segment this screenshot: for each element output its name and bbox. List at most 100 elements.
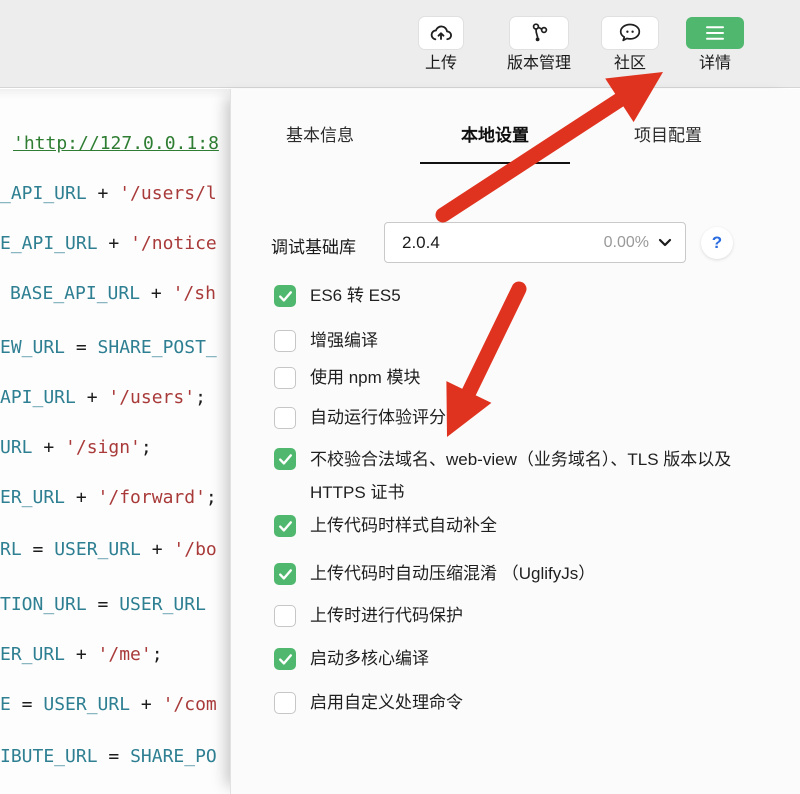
code-token-str: '/notice (130, 233, 217, 254)
upload-cloud-icon (419, 17, 463, 49)
upload-label: 上传 (424, 55, 457, 72)
code-token-var: EW_URL (0, 337, 66, 358)
details-panel: 基本信息 本地设置 项目配置 调试基础库 2.0.4 0.00% ? ES6 转 E… (230, 89, 800, 794)
code-token-str: '/users' (108, 387, 196, 408)
code-token-op: + (75, 387, 109, 408)
community-button[interactable]: 社区 (602, 17, 658, 72)
code-line: ER_URL + '/forward'; (0, 487, 217, 508)
code-line: BASE_API_URL + '/sh (10, 283, 216, 304)
checkbox-label-custom-command: 启用自定义处理命令 (310, 693, 463, 712)
code-line: _API_URL + '/users/l (0, 183, 217, 204)
code-token-op: ; (151, 644, 163, 665)
checkbox-row-custom-command[interactable]: 启用自定义处理命令 (274, 692, 463, 714)
code-token-str: '/bo (173, 539, 217, 560)
checkbox-row-enhanced-compile[interactable]: 增强编译 (274, 330, 378, 352)
code-token-op: + (86, 183, 120, 204)
checkbox-label-skip-domain-check: 不校验合法域名、web-view（业务域名）、TLS 版本以及 HTTPS 证书 (310, 450, 732, 502)
checkbox-row-npm-module[interactable]: 使用 npm 模块 (274, 367, 421, 389)
code-token-var: ER_URL (0, 644, 66, 665)
code-line: E_API_URL + '/notice (0, 233, 217, 254)
base-library-usage: 0.00% (603, 233, 649, 251)
code-line: RL = USER_URL + '/bo (0, 539, 217, 560)
checkbox-enhanced-compile-unchecked[interactable] (274, 330, 296, 352)
code-token-op: + (140, 539, 174, 560)
code-token-op: = (65, 337, 98, 358)
code-token-str: '/me' (97, 644, 152, 665)
code-token-var: USER_URL (119, 594, 206, 615)
checkbox-custom-command-unchecked[interactable] (274, 692, 296, 714)
base-library-version: 2.0.4 (402, 232, 440, 252)
help-button[interactable]: ? (701, 227, 733, 259)
code-token-link: 'http://127.0.0.1:8 (13, 133, 219, 154)
upload-button[interactable]: 上传 (419, 17, 463, 72)
code-token-op: + (130, 694, 163, 715)
code-token-op: = (21, 539, 55, 560)
code-token-var: ER_URL (0, 487, 66, 508)
active-tab-underline (420, 162, 570, 164)
code-token-var: BASE_API_URL (10, 283, 141, 304)
checkbox-code-protect-unchecked[interactable] (274, 605, 296, 627)
tab-project-config[interactable]: 项目配置 (634, 121, 702, 146)
code-token-var: TION_URL (0, 594, 87, 615)
code-token-op: ; (205, 487, 217, 508)
code-token-var: IBUTE_URL (0, 746, 98, 767)
chevron-down-icon (658, 234, 672, 252)
code-line: API_URL + '/users'; (0, 387, 206, 408)
code-token-var: RL (0, 539, 22, 560)
checkbox-label-code-protect: 上传时进行代码保护 (310, 606, 463, 625)
tab-basic-info[interactable]: 基本信息 (286, 121, 354, 146)
code-line: TION_URL = USER_URL (0, 594, 206, 615)
checkbox-label-style-autocomplete: 上传代码时样式自动补全 (310, 516, 497, 535)
community-chat-icon (602, 17, 658, 49)
version-branch-icon (509, 17, 568, 49)
checkbox-row-auto-uglify[interactable]: 上传代码时自动压缩混淆 （UglifyJs） (274, 563, 595, 585)
code-token-op: = (10, 694, 44, 715)
code-token-str: '/users/l (119, 183, 217, 204)
base-library-label: 调试基础库 (271, 238, 356, 257)
code-token-str: '/sign' (65, 437, 141, 458)
code-token-var: API_URL (0, 387, 76, 408)
checkbox-row-style-autocomplete[interactable]: 上传代码时样式自动补全 (274, 515, 497, 537)
question-mark-icon: ? (711, 233, 723, 252)
checkbox-label-enhanced-compile: 增强编译 (310, 331, 378, 350)
checkbox-auto-audit-unchecked[interactable] (274, 407, 296, 429)
code-line: ER_URL + '/me'; (0, 644, 163, 665)
version-control-label: 版本管理 (506, 55, 572, 72)
code-token-op: ; (140, 437, 152, 458)
checkbox-npm-module-unchecked[interactable] (274, 367, 296, 389)
checkbox-skip-domain-check-checked[interactable] (274, 448, 296, 470)
details-label: 详情 (698, 55, 731, 72)
code-editor[interactable]: 'http://127.0.0.1:8 _API_URL + '/users/l E… (0, 89, 230, 794)
code-token-str: '/com (162, 694, 217, 715)
checkbox-label-auto-audit: 自动运行体验评分 (310, 408, 446, 427)
code-line: E = USER_URL + '/com (0, 694, 217, 715)
code-token-var: URL (0, 437, 33, 458)
base-library-select[interactable]: 2.0.4 0.00% (384, 222, 686, 263)
checkbox-row-auto-audit[interactable]: 自动运行体验评分 (274, 407, 446, 429)
version-control-button[interactable]: 版本管理 (507, 17, 571, 72)
code-line: IBUTE_URL = SHARE_PO (0, 746, 217, 767)
checkbox-row-multicore-compile[interactable]: 启动多核心编译 (274, 648, 429, 670)
checkbox-es6-to-es5-checked[interactable] (274, 285, 296, 307)
code-token-op: ; (195, 387, 206, 408)
checkbox-row-es6-to-es5[interactable]: ES6 转 ES5 (274, 285, 401, 307)
code-token-var: USER_URL (54, 539, 141, 560)
code-token-var: _API_URL (0, 183, 87, 204)
checkbox-row-skip-domain-check[interactable]: 不校验合法域名、web-view（业务域名）、TLS 版本以及 HTTPS 证书 (274, 448, 744, 509)
code-token-op: + (140, 283, 173, 304)
community-label: 社区 (613, 55, 646, 72)
checkbox-row-code-protect[interactable]: 上传时进行代码保护 (274, 605, 463, 627)
code-token-str: '/sh (172, 283, 216, 304)
top-toolbar: 上传 版本管理 社区 详情 (0, 0, 800, 88)
tab-local-settings[interactable]: 本地设置 (420, 121, 570, 164)
code-token-var: E_API_URL (0, 233, 98, 254)
code-token-op: + (97, 233, 131, 254)
code-token-op: + (65, 487, 98, 508)
checkbox-style-autocomplete-checked[interactable] (274, 515, 296, 537)
code-token-op: + (32, 437, 66, 458)
details-button[interactable]: 详情 (686, 17, 744, 72)
code-token-op: = (97, 746, 131, 767)
checkbox-auto-uglify-checked[interactable] (274, 563, 296, 585)
checkbox-multicore-compile-checked[interactable] (274, 648, 296, 670)
code-line: URL + '/sign'; (0, 437, 152, 458)
